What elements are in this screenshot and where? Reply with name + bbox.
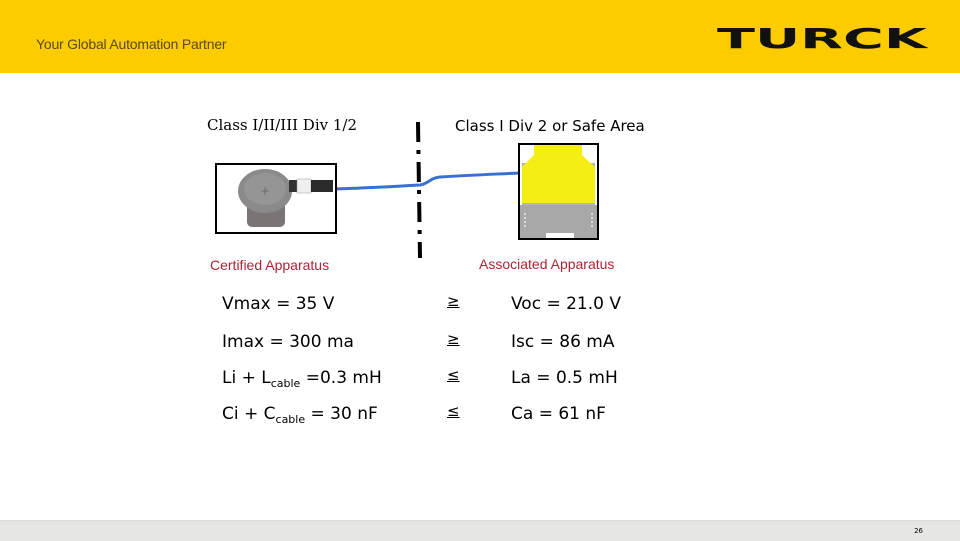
- safe-zone-label: Class I Div 2 or Safe Area: [455, 117, 645, 135]
- isc-value: Isc = 86 mA: [511, 332, 615, 352]
- inductance-sum: Li + Lcable =0.3 mH: [222, 368, 382, 390]
- inductance-prefix: Li + L: [222, 368, 271, 388]
- logo-text: TURCK: [717, 26, 928, 52]
- capacitance-suffix: = 30 nF: [305, 404, 378, 424]
- header-bar: Your Global Automation Partner TURCK: [0, 0, 960, 73]
- page-number: 26: [914, 527, 923, 535]
- tagline: Your Global Automation Partner: [36, 36, 227, 52]
- associated-apparatus-label: Associated Apparatus: [479, 256, 615, 272]
- capacitance-sum: Ci + Ccable = 30 nF: [222, 404, 378, 426]
- cable-subscript: cable: [270, 377, 301, 390]
- relation-symbol: ≥: [447, 330, 460, 348]
- imax-value: Imax = 300 ma: [222, 332, 354, 352]
- turck-logo: TURCK: [717, 26, 928, 52]
- footer-bar: 26: [0, 520, 960, 541]
- ca-value: Ca = 61 nF: [511, 404, 606, 424]
- relation-symbol: ≤: [447, 366, 460, 384]
- relation-symbol: ≥: [447, 292, 460, 310]
- voc-value: Voc = 21.0 V: [511, 294, 621, 314]
- cable-subscript: cable: [275, 413, 306, 426]
- barrier-module-icon: [520, 145, 597, 238]
- inductance-suffix: =0.3 mH: [300, 368, 382, 388]
- svg-text:+: +: [260, 184, 270, 198]
- zone-boundary-line: [416, 121, 422, 259]
- cable-line: [335, 171, 521, 191]
- certified-apparatus-label: Certified Apparatus: [210, 257, 330, 273]
- sensor-icon: +: [238, 169, 333, 227]
- associated-apparatus-image: [518, 143, 599, 240]
- relation-symbol: ≤: [447, 402, 460, 420]
- hazardous-zone-label: Class I/II/III Div 1/2: [207, 116, 358, 134]
- capacitance-prefix: Ci + C: [222, 404, 276, 424]
- certified-apparatus-image: +: [215, 163, 337, 234]
- la-value: La = 0.5 mH: [511, 368, 618, 388]
- vmax-value: Vmax = 35 V: [222, 294, 335, 314]
